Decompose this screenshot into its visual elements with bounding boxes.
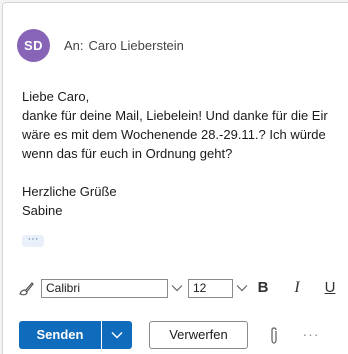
body-line: wäre es mit dem Wochenende 28.-29.11.? I… <box>22 127 326 142</box>
send-options-button[interactable] <box>102 321 132 349</box>
discard-button[interactable]: Verwerfen <box>149 321 248 349</box>
brush-icon[interactable] <box>16 278 36 298</box>
chevron-down-icon[interactable] <box>235 281 249 295</box>
recipient-row: SD An: Caro Lieberstein <box>17 29 184 62</box>
body-line: Herzliche Grüße <box>22 184 117 199</box>
to-label: An: <box>64 38 84 53</box>
more-options-button[interactable]: ··· <box>301 325 321 345</box>
bold-button[interactable]: B <box>253 277 273 299</box>
font-size-select[interactable]: 12 <box>188 279 233 298</box>
chevron-down-icon[interactable] <box>170 281 184 295</box>
body-line: wenn das für euch in Ordnung geht? <box>22 146 233 161</box>
paperclip-icon[interactable] <box>267 326 281 346</box>
action-toolbar: Senden Verwerfen ··· <box>3 317 348 351</box>
send-button[interactable]: Senden <box>19 321 101 349</box>
italic-button[interactable]: I <box>287 277 307 299</box>
recipient-name[interactable]: Caro Lieberstein <box>89 38 184 53</box>
underline-button[interactable]: U <box>320 277 340 299</box>
compose-pane: SD An: Caro Lieberstein Liebe Caro, dank… <box>2 2 348 354</box>
format-toolbar: Calibri 12 B I U <box>3 271 348 305</box>
body-blank-line <box>22 163 348 182</box>
body-line: Sabine <box>22 203 63 218</box>
message-body[interactable]: Liebe Caro, danke für deine Mail, Liebel… <box>22 87 348 220</box>
show-trimmed-content-button[interactable]: ··· <box>22 234 44 247</box>
body-line: Liebe Caro, <box>22 89 90 104</box>
body-line: danke für deine Mail, Liebelein! Und dan… <box>22 108 328 123</box>
font-family-select[interactable]: Calibri <box>41 279 168 298</box>
chevron-down-icon <box>111 332 123 339</box>
avatar[interactable]: SD <box>17 29 50 62</box>
